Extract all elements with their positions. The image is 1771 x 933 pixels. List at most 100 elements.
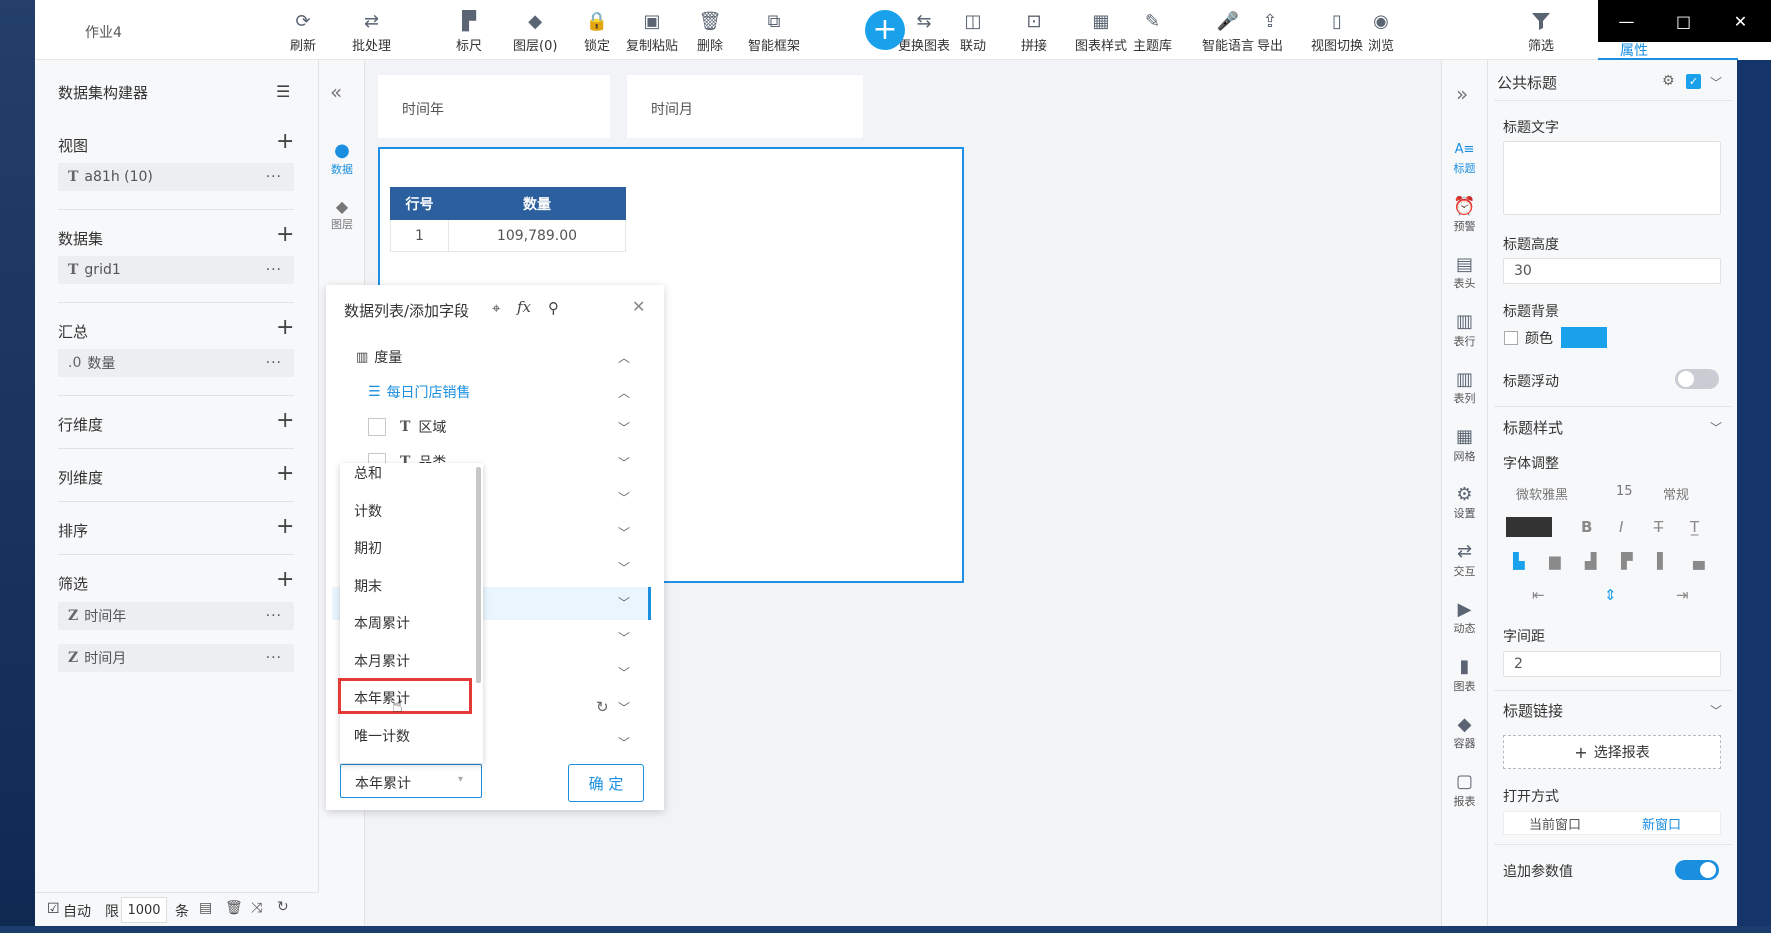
add-component-button[interactable]: +	[865, 10, 905, 50]
confirm-button[interactable]: 确 定	[568, 764, 644, 802]
more-icon[interactable]: ···	[266, 608, 282, 624]
italic-icon[interactable]: I	[1619, 518, 1623, 536]
chevron-down-icon[interactable]: ﹀	[618, 524, 630, 541]
title-text-input[interactable]	[1503, 141, 1721, 215]
title-height-input[interactable]: 30	[1503, 258, 1721, 284]
property-category-2[interactable]: ⏰ 预警	[1441, 196, 1488, 234]
property-category-6[interactable]: ▦ 网格	[1441, 426, 1488, 464]
title-float-toggle[interactable]	[1675, 369, 1719, 389]
chevron-up-icon[interactable]: ︿	[618, 384, 630, 401]
toolbar-item-13[interactable]: ✎ 主题库	[1133, 8, 1172, 58]
bg-color-checkbox[interactable]	[1504, 331, 1518, 345]
filter-field-year[interactable]: Z 时间年 ···	[58, 602, 294, 630]
more-icon[interactable]: ···	[266, 262, 282, 278]
chevron-down-icon[interactable]: ﹀	[1710, 702, 1722, 719]
property-category-9[interactable]: ▶ 动态	[1441, 598, 1488, 636]
strip-data-tab[interactable]: ● 数据	[319, 140, 365, 177]
property-category-8[interactable]: ⇄ 交互	[1441, 541, 1488, 579]
property-category-3[interactable]: ▤ 表头	[1441, 253, 1488, 291]
grid-header-qty[interactable]: 数量	[448, 187, 626, 220]
filter-year-box[interactable]: 时间年	[378, 75, 610, 138]
collapse-right-icon[interactable]: »	[1456, 82, 1468, 106]
close-icon[interactable]: ✕	[632, 297, 645, 316]
toolbar-item-9[interactable]: ⇆ 更换图表	[898, 8, 950, 58]
limit-input[interactable]: 1000	[121, 897, 167, 923]
toolbar-item-11[interactable]: ⊡ 拼接	[1021, 8, 1047, 58]
aggregation-option[interactable]: 本月累计	[354, 651, 410, 671]
font-color-swatch[interactable]	[1506, 517, 1552, 537]
center-text-icon[interactable]: ⇕	[1604, 586, 1617, 604]
align-bottom-left-icon[interactable]: ▙	[1513, 552, 1525, 570]
indent-left-icon[interactable]: ⇤	[1532, 586, 1545, 604]
table-group[interactable]: ☰ 每日门店销售	[368, 382, 471, 402]
strikethrough-icon[interactable]: T̶	[1654, 518, 1663, 536]
property-category-11[interactable]: ◆ 容器	[1441, 713, 1488, 751]
aggregation-option[interactable]: 期末	[354, 576, 382, 596]
more-icon[interactable]: ···	[266, 650, 282, 666]
formula-icon[interactable]: fx	[517, 298, 531, 316]
toolbar-item-4[interactable]: ◆ 图层(0)	[513, 8, 557, 58]
sql-icon[interactable]: ▤	[199, 900, 212, 916]
shuffle-icon[interactable]: ⤨	[251, 900, 262, 916]
property-category-5[interactable]: ▥ 表列	[1441, 368, 1488, 406]
select-report-button[interactable]: + 选择报表	[1503, 735, 1721, 769]
collapse-left-icon[interactable]: «	[330, 80, 342, 104]
chevron-down-icon[interactable]: ﹀	[618, 594, 630, 611]
aggregation-option[interactable]: 期初	[354, 538, 382, 558]
add-summary-icon[interactable]: +	[276, 317, 294, 339]
chevron-down-icon[interactable]: ﹀	[618, 454, 630, 471]
bold-icon[interactable]: B	[1581, 518, 1592, 536]
search-icon[interactable]: ⚲	[548, 299, 559, 317]
chevron-down-icon[interactable]: ﹀	[1710, 74, 1722, 91]
add-sort-icon[interactable]: +	[276, 516, 294, 538]
font-weight-select[interactable]: 常规	[1663, 484, 1689, 503]
property-category-10[interactable]: ▮ 图表	[1441, 656, 1488, 694]
add-col-dim-icon[interactable]: +	[276, 463, 294, 485]
list-item[interactable]: T 区域	[368, 417, 446, 437]
append-param-toggle[interactable]	[1675, 860, 1719, 880]
chevron-down-icon[interactable]: ﹀	[618, 664, 630, 681]
aggregation-option[interactable]: 本周累计	[354, 613, 410, 633]
chevron-down-icon[interactable]: ﹀	[618, 489, 630, 506]
align-right-icon[interactable]: ▟	[1585, 552, 1597, 570]
minimize-button[interactable]: —	[1598, 0, 1655, 42]
open-new-option[interactable]: 新窗口	[1642, 814, 1681, 833]
measure-group[interactable]: ▥ 度量	[356, 347, 402, 367]
enable-checkbox[interactable]: ✓	[1686, 74, 1701, 89]
indent-right-icon[interactable]: ⇥	[1676, 586, 1689, 604]
tag-icon[interactable]: ⌖	[492, 299, 500, 317]
letter-spacing-input[interactable]: 2	[1503, 651, 1721, 677]
chevron-down-icon[interactable]: ﹀	[1710, 419, 1722, 436]
toolbar-item-17[interactable]: ◉ 浏览	[1368, 8, 1394, 58]
toolbar-item-12[interactable]: ▦ 图表样式	[1075, 8, 1127, 58]
chevron-down-icon[interactable]: ﹀	[618, 559, 630, 576]
aggregation-option[interactable]: 计数	[354, 501, 382, 521]
more-icon[interactable]: ···	[266, 355, 282, 371]
property-category-1[interactable]: A≡ 标题	[1441, 138, 1488, 176]
chevron-down-icon[interactable]: ﹀	[618, 699, 630, 716]
auto-checkbox[interactable]: ☑	[47, 901, 60, 917]
bg-color-swatch[interactable]	[1561, 327, 1607, 348]
toolbar-item-1[interactable]: ⟳ 刷新	[290, 8, 316, 58]
align-center-icon[interactable]: ▆	[1549, 552, 1561, 570]
filter-month-box[interactable]: 时间月	[627, 75, 863, 138]
view-field[interactable]: Ta81h (10) ···	[58, 163, 294, 191]
refresh-icon[interactable]: ↻	[596, 698, 609, 716]
chevron-down-icon[interactable]: ﹀	[618, 629, 630, 646]
field-checkbox[interactable]	[368, 418, 386, 436]
add-dataset-icon[interactable]: +	[276, 224, 294, 246]
toolbar-item-7[interactable]: 🗑 删除	[697, 8, 723, 58]
refresh-icon[interactable]: ↻	[277, 899, 289, 915]
add-view-icon[interactable]: +	[276, 131, 294, 153]
toolbar-item-15[interactable]: ⇪ 导出	[1257, 8, 1283, 58]
close-button[interactable]: ✕	[1712, 0, 1769, 42]
toolbar-item-10[interactable]: ◫ 联动	[960, 8, 986, 58]
trash-icon[interactable]: 🗑	[225, 900, 243, 916]
chevron-down-icon[interactable]: ▾	[458, 774, 463, 785]
add-row-dim-icon[interactable]: +	[276, 410, 294, 432]
underline-icon[interactable]: T̲	[1690, 518, 1699, 536]
align-bottom-icon[interactable]: ▄	[1693, 552, 1705, 570]
more-icon[interactable]: ···	[266, 169, 282, 185]
font-family-select[interactable]: 微软雅黑	[1516, 484, 1568, 503]
gear-icon[interactable]: ⚙	[1662, 73, 1675, 89]
